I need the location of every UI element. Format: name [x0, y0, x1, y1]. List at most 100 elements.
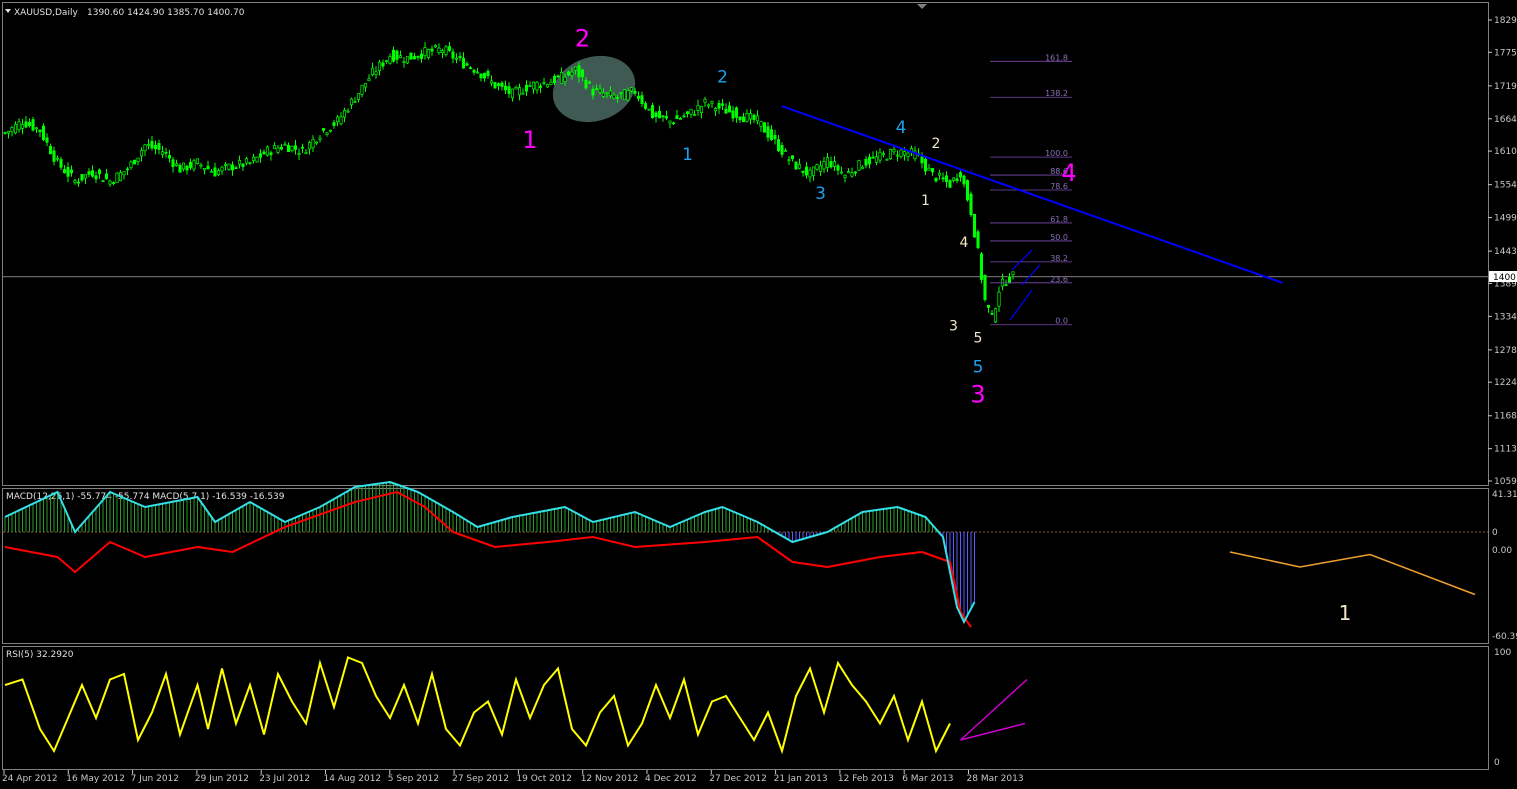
candle-body [612, 94, 616, 99]
wave-label-white: 1 [921, 193, 930, 209]
date-axis-label: 4 Dec 2012 [645, 774, 697, 784]
candle-body [153, 144, 158, 150]
candle-body [934, 177, 938, 182]
candle-body [486, 71, 490, 76]
candle-body [724, 108, 728, 114]
candle-body [419, 53, 424, 59]
candle-body [678, 117, 683, 120]
candle-body [468, 67, 473, 69]
ohlc-values: 1390.60 1424.90 1385.70 1400.70 [87, 8, 245, 18]
macd-signal-line [4, 490, 972, 628]
candle-body [797, 164, 802, 169]
candle-body [587, 81, 592, 84]
candle-body [311, 138, 315, 149]
candle-body [808, 169, 812, 178]
price-axis-label: 1664 [1494, 115, 1517, 125]
candle-body [965, 180, 970, 201]
candle-body [160, 151, 165, 155]
candle-body [944, 175, 949, 183]
candle-body [213, 167, 217, 177]
menu-triangle-icon[interactable] [5, 9, 11, 13]
candle-body [41, 125, 46, 140]
candle-body [962, 175, 966, 185]
candle-body [895, 154, 900, 157]
candle-body [475, 71, 480, 74]
candle-body [528, 85, 532, 88]
candle-body [969, 193, 973, 216]
candle-body [860, 166, 865, 170]
candle-body [689, 108, 693, 115]
candle-body [647, 108, 651, 111]
candle-body [608, 90, 613, 97]
candle-body [426, 49, 431, 58]
candle-body [349, 98, 354, 106]
trading-chart[interactable]: XAUUSD,Daily 1390.60 1424.90 1385.70 140… [0, 0, 1517, 789]
candle-body [598, 88, 602, 93]
candle-body [580, 69, 585, 78]
candle-body [374, 71, 378, 75]
candle-body [118, 172, 123, 182]
candle-body [892, 149, 896, 153]
wave-label-magenta: 2 [575, 24, 590, 52]
candle-body [335, 116, 340, 123]
candle-body [556, 75, 560, 78]
fib-level-label: 0.0 [1055, 317, 1068, 326]
candle-body [818, 165, 823, 172]
candle-body [314, 141, 319, 144]
candle-body [356, 93, 361, 100]
candle-body [461, 57, 466, 69]
candle-body [237, 160, 242, 165]
candle-body [664, 116, 669, 119]
axes: 1829177517191664161015541499144313891334… [2, 16, 1517, 784]
candle-body [269, 152, 273, 156]
candle-body [867, 156, 872, 165]
candle-body [622, 89, 627, 100]
candle-body [402, 61, 406, 64]
candle-body [955, 178, 959, 182]
candle-body [52, 150, 56, 162]
price-axis-label: 1224 [1494, 378, 1517, 388]
candle-body [104, 173, 109, 180]
candle-body [17, 121, 21, 131]
candle-body [230, 164, 235, 171]
candle-body [440, 50, 445, 53]
candle-body [503, 85, 508, 91]
candle-body [202, 168, 207, 171]
candle-body [10, 127, 14, 133]
macd-plot-area: 1 [3, 480, 1488, 628]
candle-body [794, 161, 798, 170]
candle-body [451, 51, 455, 59]
candle-body [76, 181, 81, 184]
candle-body [258, 153, 263, 158]
candle-body [790, 155, 795, 160]
candle-body [1011, 271, 1015, 275]
candle-body [843, 174, 847, 178]
candle-body [185, 165, 189, 171]
candle-body [276, 147, 280, 153]
candle-body [836, 165, 840, 171]
candle-body [538, 85, 543, 88]
candle-body [507, 86, 511, 94]
date-axis-label: 6 Mar 2013 [902, 774, 953, 784]
fib-level-label: 50.0 [1050, 233, 1068, 242]
candle-body [265, 146, 270, 156]
candle-body [146, 144, 151, 146]
candle-body [279, 146, 284, 150]
candle-body [297, 153, 301, 155]
candle-body [73, 180, 77, 183]
candle-body [825, 157, 830, 168]
candle-body [948, 180, 952, 188]
symbol-title: XAUUSD,Daily [14, 8, 78, 18]
candle-body [832, 161, 837, 167]
candle-body [38, 129, 42, 133]
price-axis-label: 1059 [1494, 477, 1517, 487]
candle-body [24, 121, 28, 128]
candle-body [986, 304, 991, 308]
candle-body [423, 47, 427, 56]
candle-body [1007, 276, 1012, 284]
candle-body [80, 173, 84, 181]
candle-body [122, 171, 126, 176]
wave-label-magenta: 1 [522, 126, 537, 154]
candle-body [97, 169, 102, 175]
scroll-marker-icon[interactable] [917, 4, 927, 9]
